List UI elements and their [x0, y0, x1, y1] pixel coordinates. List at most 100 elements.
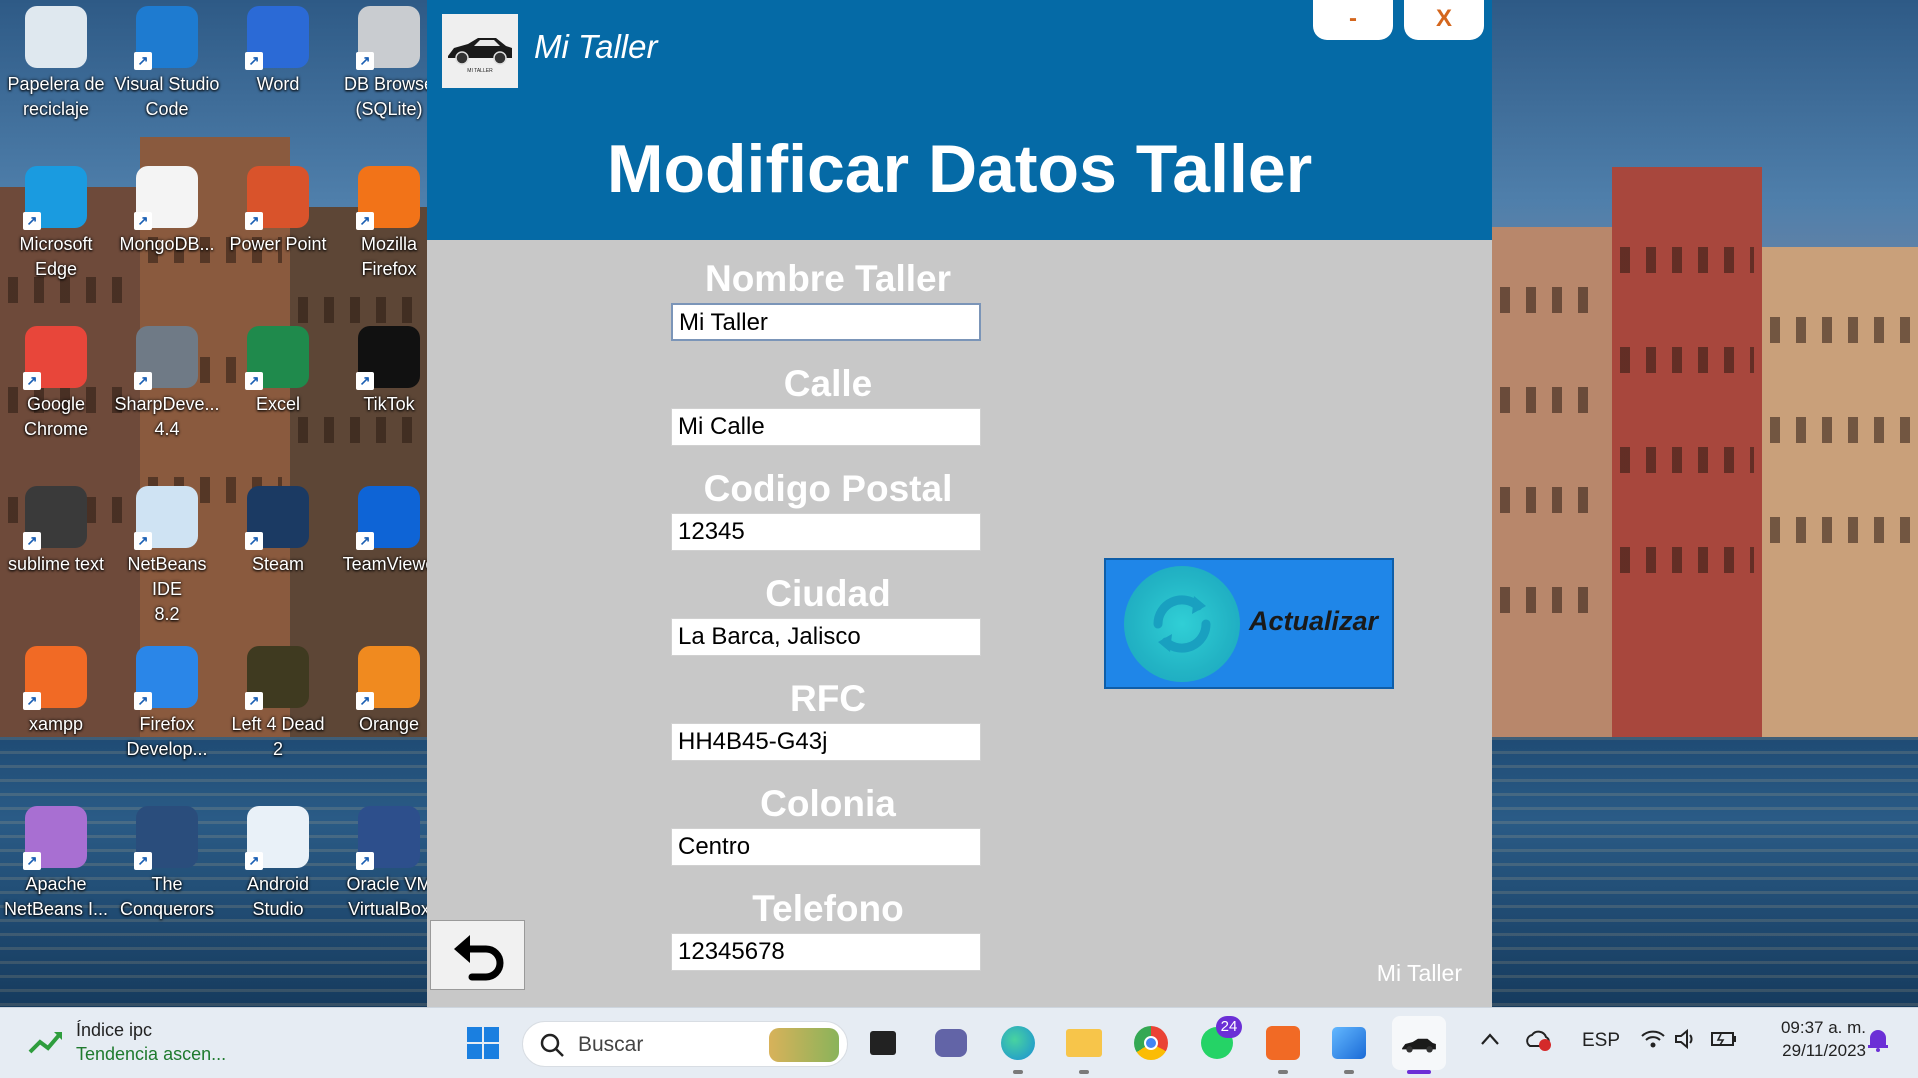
tray-overflow-button[interactable]	[1480, 1030, 1500, 1052]
app-header: MI TALLER Mi Taller - X Modificar Datos …	[427, 0, 1492, 240]
desktop-icon[interactable]: ↗ Microsoft Edge	[2, 160, 110, 282]
shortcut-arrow-icon: ↗	[245, 692, 263, 710]
close-button[interactable]: X	[1404, 0, 1484, 40]
notifications-button[interactable]	[1866, 1026, 1890, 1058]
tray-volume[interactable]	[1674, 1028, 1698, 1056]
desktop-icon-label: Power Point	[229, 234, 327, 254]
desktop-icon-label: SharpDeve... 4.4	[114, 394, 220, 439]
field-input[interactable]: La Barca, Jalisco	[671, 618, 981, 656]
desktop-icon-label: Firefox Develop...	[126, 714, 208, 759]
clock[interactable]: 09:37 a. m. 29/11/2023	[1756, 1018, 1866, 1061]
desktop-icon[interactable]: ↗ Android Studio	[224, 800, 332, 922]
shortcut-arrow-icon: ↗	[356, 692, 374, 710]
taskbar-app-whatsapp[interactable]: 24	[1196, 1016, 1242, 1064]
desktop-icon-label: Visual Studio Code	[114, 74, 220, 119]
taskbar-app-xampp[interactable]	[1262, 1022, 1304, 1074]
taskbar-app-explorer[interactable]	[1063, 1022, 1105, 1074]
taskbar-app-mitaller[interactable]	[1392, 1016, 1446, 1074]
app-logo: MI TALLER	[442, 14, 518, 88]
desktop-icon[interactable]: ↗ Google Chrome	[2, 320, 110, 442]
desktop-icon-label: NetBeans IDE 8.2	[127, 554, 207, 624]
desktop-icon[interactable]: ↗ xampp	[2, 640, 110, 737]
left4dead-icon: ↗	[245, 646, 309, 710]
search-icon	[540, 1033, 564, 1057]
taskbar-app-teams[interactable]	[930, 1022, 972, 1064]
desktop-icon[interactable]: ↗ The Conquerors	[113, 800, 221, 922]
bell-icon	[1868, 1030, 1888, 1052]
taskbar-app-chrome[interactable]	[1130, 1022, 1172, 1064]
start-button[interactable]	[462, 1022, 504, 1064]
field-label: Ciudad	[765, 573, 891, 614]
stocks-widget[interactable]: Índice ipc Tendencia ascen...	[28, 1018, 238, 1068]
desktop-icon[interactable]: ↗ Visual Studio Code	[113, 0, 221, 122]
field-input[interactable]: Centro	[671, 828, 981, 866]
tray-cloud[interactable]	[1524, 1028, 1552, 1058]
shortcut-arrow-icon: ↗	[356, 532, 374, 550]
windows-icon	[467, 1027, 499, 1059]
field-label: Colonia	[760, 783, 896, 824]
shortcut-arrow-icon: ↗	[134, 532, 152, 550]
field-input[interactable]: Mi Taller	[671, 303, 981, 341]
desktop-icon-label: Excel	[255, 394, 300, 414]
desktop-icon[interactable]: ↗ Word	[224, 0, 332, 97]
car-logo-icon: MI TALLER	[448, 38, 512, 74]
conquerors-icon: ↗	[134, 806, 198, 870]
battery-icon	[1711, 1032, 1736, 1046]
shortcut-arrow-icon: ↗	[245, 532, 263, 550]
active-indicator	[1407, 1070, 1431, 1074]
desktop-icon[interactable]: ↗ Apache NetBeans I...	[2, 800, 110, 922]
minimize-button[interactable]: -	[1313, 0, 1393, 40]
desktop-icon-label: Microsoft Edge	[19, 234, 93, 279]
desktop-icon-label: Word	[256, 74, 300, 94]
orange-icon: ↗	[356, 646, 420, 710]
desktop-icon-label: Android Studio	[246, 874, 310, 919]
taskbar-search[interactable]: Buscar	[522, 1021, 848, 1067]
language-indicator[interactable]: ESP	[1582, 1030, 1620, 1052]
shortcut-arrow-icon: ↗	[245, 372, 263, 390]
desktop-icon[interactable]: ↗ NetBeans IDE 8.2	[113, 480, 221, 627]
taskbar-app-edge[interactable]	[997, 1022, 1039, 1074]
firefox-dev-icon: ↗	[134, 646, 198, 710]
chrome-icon	[1134, 1026, 1168, 1060]
taskbar-app-taskview[interactable]	[862, 1022, 904, 1064]
field-input[interactable]: Mi Calle	[671, 408, 981, 446]
recycle-bin-icon	[25, 6, 87, 68]
field-label: Nombre Taller	[704, 258, 952, 299]
desktop-icon[interactable]: Papelera de reciclaje	[2, 0, 110, 122]
xampp-icon	[1266, 1026, 1300, 1060]
xampp-icon: ↗	[23, 646, 87, 710]
excel-icon: ↗	[245, 326, 309, 390]
footer-brand: Mi Taller	[1376, 960, 1462, 986]
taskbar-app-photos[interactable]	[1328, 1022, 1370, 1074]
field-input[interactable]: 12345	[671, 513, 981, 551]
wallpaper-building	[1762, 247, 1918, 747]
update-button[interactable]: Actualizar	[1104, 558, 1394, 689]
desktop-icon[interactable]: ↗ Firefox Develop...	[113, 640, 221, 762]
tray-battery[interactable]	[1710, 1028, 1738, 1056]
field-input[interactable]: 12345678	[671, 933, 981, 971]
clock-time: 09:37 a. m.	[1780, 1018, 1866, 1037]
desktop-icon[interactable]: ↗ Left 4 Dead 2	[224, 640, 332, 762]
shortcut-arrow-icon: ↗	[356, 852, 374, 870]
tray-network[interactable]	[1640, 1028, 1666, 1056]
desktop-icon[interactable]: ↗ MongoDB...	[113, 160, 221, 257]
desktop-icon[interactable]: ↗ Steam	[224, 480, 332, 577]
android-studio-icon: ↗	[245, 806, 309, 870]
shortcut-arrow-icon: ↗	[356, 372, 374, 390]
running-indicator	[1013, 1070, 1023, 1074]
desktop-icon[interactable]: ↗ SharpDeve... 4.4	[113, 320, 221, 442]
field-input[interactable]: HH4B45-G43j	[671, 723, 981, 761]
desktop-icon-label: Apache NetBeans I...	[3, 874, 109, 919]
field-label: RFC	[789, 678, 867, 719]
cloud-error-icon	[1526, 1030, 1551, 1051]
desktop-icon[interactable]: ↗ sublime text	[2, 480, 110, 577]
desktop-icon[interactable]: ↗ Power Point	[224, 160, 332, 257]
desktop-icon-label: Steam	[251, 554, 305, 574]
desktop-icon[interactable]: ↗ Excel	[224, 320, 332, 417]
desktop-icon-label: xampp	[28, 714, 84, 734]
back-button[interactable]	[430, 920, 525, 990]
car-logo-icon	[1402, 1038, 1436, 1053]
desktop-icon-label: Google Chrome	[23, 394, 89, 439]
undo-arrow-icon	[453, 935, 503, 981]
taskbar: Índice ipc Tendencia ascen... Buscar 24 …	[0, 1007, 1918, 1078]
